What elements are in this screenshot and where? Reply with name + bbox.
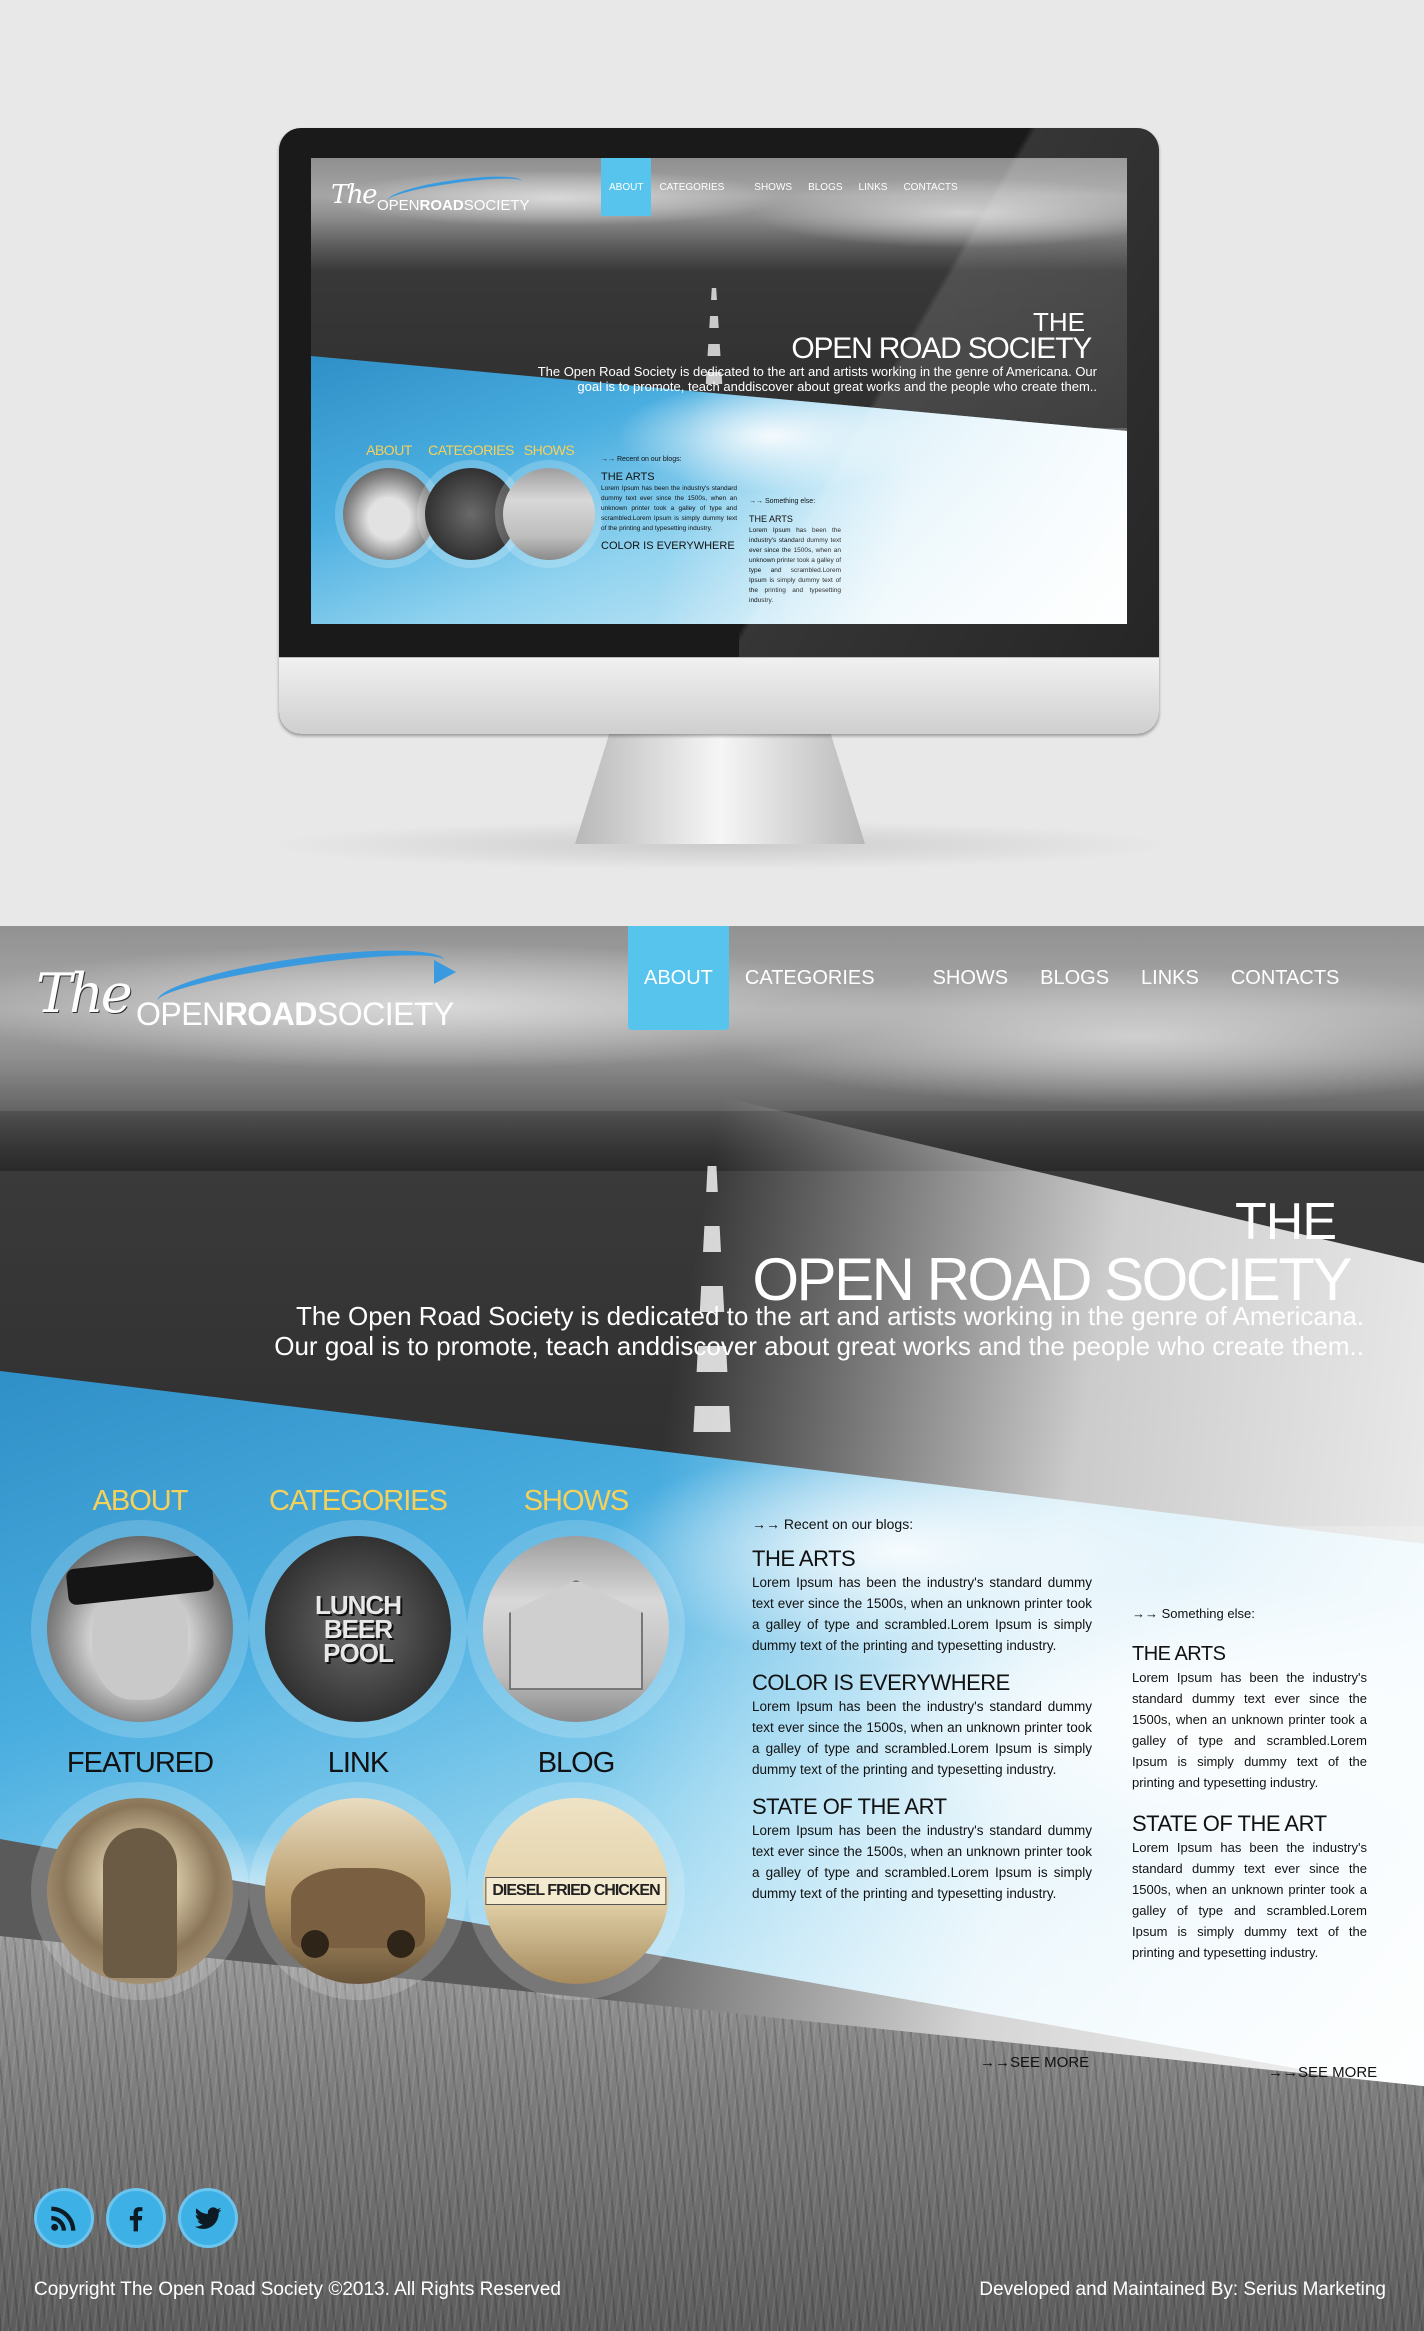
section-label-about: ABOUT [92, 1485, 189, 1517]
hero-title-the: THE [1235, 1193, 1337, 1251]
something-else-kicker: →→ Something else: [1132, 1606, 1255, 1621]
lunch-beer-pool-sign-photo: LUNCH BEER POOL [265, 1536, 451, 1722]
section-label-featured: FEATURED [66, 1747, 214, 1779]
mini-else-body: Lorem Ipsum has been the industry's stan… [749, 527, 841, 604]
mini-blog-title-2[interactable]: COLOR IS EVERYWHERE [601, 540, 737, 553]
monitor-chin [279, 657, 1159, 734]
blog-post-title[interactable]: THE ARTS [752, 1546, 1092, 1572]
section-link[interactable]: LINK [249, 1747, 467, 2000]
mini-label-shows: SHOWS [523, 442, 575, 458]
logo-text: OPENROADSOCIETY [136, 996, 454, 1032]
mini-site: The OPENROADSOCIETY ABOUT CATEGORIES SHO… [311, 158, 1127, 624]
mini-blog-title[interactable]: THE ARTS [601, 471, 737, 484]
else-post-title[interactable]: THE ARTS [1132, 1641, 1367, 1667]
mini-logo-the: The [331, 180, 377, 210]
mini-nav-contacts[interactable]: CONTACTS [895, 158, 965, 216]
vintage-car-photo [265, 1798, 451, 1984]
mini-hero-title: THE OPEN ROAD SOCIETY [791, 307, 1092, 365]
site-full: The OPENROADSOCIETY ABOUT CATEGORIES SHO… [0, 926, 1424, 2331]
section-about[interactable]: ABOUT [31, 1485, 249, 1738]
facebook-button[interactable] [106, 2188, 166, 2248]
else-post-title[interactable]: STATE OF THE ART [1132, 1811, 1367, 1837]
section-featured[interactable]: FEATURED [31, 1747, 249, 2000]
blog-post-title[interactable]: STATE OF THE ART [752, 1794, 1092, 1820]
something-else: →→ Something else: THE ARTS Lorem Ipsum … [1132, 1606, 1367, 1977]
section-categories[interactable]: CATEGORIES LUNCH BEER POOL [249, 1485, 467, 1738]
imac-monitor: The OPENROADSOCIETY ABOUT CATEGORIES SHO… [279, 128, 1159, 734]
mini-nav-categories[interactable]: CATEGORIES [651, 158, 732, 216]
bearded-man-photo [47, 1798, 233, 1984]
section-shows[interactable]: SHOWS [467, 1485, 685, 1738]
blog-post-title[interactable]: COLOR IS EVERYWHERE [752, 1670, 1092, 1696]
mini-section-shows[interactable]: SHOWS [495, 442, 603, 568]
section-label-categories: CATEGORIES [269, 1485, 448, 1517]
mini-nav-blogs[interactable]: BLOGS [800, 158, 850, 216]
blog-post-body: Lorem Ipsum has been the industry's stan… [752, 1823, 1092, 1901]
nav-links[interactable]: LINKS [1125, 926, 1215, 1030]
section-label-link: LINK [327, 1747, 389, 1779]
mini-nav-shows[interactable]: SHOWS [746, 158, 800, 216]
logo-arrowhead-icon [434, 960, 456, 984]
mini-else-kicker: →→ Something else: [749, 498, 816, 505]
mini-nav: ABOUT CATEGORIES SHOWS BLOGS LINKS CONTA… [601, 158, 966, 216]
mini-blogs-kicker: →→ Recent on our blogs: [601, 456, 682, 463]
blog-post-body: Lorem Ipsum has been the industry's stan… [752, 1575, 1092, 1653]
mini-title-the: THE [1033, 307, 1085, 337]
mini-title-main: OPEN ROAD SOCIETY [791, 332, 1092, 365]
else-see-more-link[interactable]: →→SEE MORE [1268, 2064, 1377, 2081]
mini-old-barn-photo [503, 468, 595, 560]
section-blog[interactable]: BLOG DIESEL FRIED CHICKEN [467, 1747, 685, 2000]
twitter-icon [194, 2207, 222, 2229]
mini-else-title[interactable]: THE ARTS [749, 513, 841, 526]
else-post-body: Lorem Ipsum has been the industry's stan… [1132, 1670, 1367, 1790]
footer-credit: Developed and Maintained By: Serius Mark… [979, 2279, 1386, 2300]
section-label-blog: BLOG [537, 1747, 616, 1779]
rss-button[interactable] [34, 2188, 94, 2248]
monitor-screen: The OPENROADSOCIETY ABOUT CATEGORIES SHO… [311, 158, 1127, 624]
footer-copyright: Copyright The Open Road Society ©2013. A… [34, 2279, 561, 2300]
mini-blogs-col: →→ Recent on our blogs: THE ARTS Lorem I… [601, 456, 737, 553]
mockup-area: The OPENROADSOCIETY ABOUT CATEGORIES SHO… [0, 0, 1424, 926]
diesel-fried-chicken-sign: DIESEL FRIED CHICKEN [485, 1877, 667, 1905]
recent-blogs-kicker: →→ Recent on our blogs: [752, 1516, 914, 1532]
mini-nav-links[interactable]: LINKS [851, 158, 896, 216]
recent-blogs: →→ Recent on our blogs: THE ARTS Lorem I… [752, 1516, 1092, 1918]
mini-logo[interactable]: The OPENROADSOCIETY [331, 170, 541, 216]
nav-shows[interactable]: SHOWS [917, 926, 1025, 1030]
blog-post-body: Lorem Ipsum has been the industry's stan… [752, 1699, 1092, 1777]
main-nav: ABOUT CATEGORIES SHOWS BLOGS LINKS CONTA… [628, 926, 1355, 1030]
old-barn-photo [483, 1536, 669, 1722]
twitter-button[interactable] [178, 2188, 238, 2248]
nav-blogs[interactable]: BLOGS [1024, 926, 1125, 1030]
hero-description: The Open Road Society is dedicated to th… [274, 1301, 1364, 1361]
section-label-shows: SHOWS [523, 1485, 630, 1517]
mini-else-col: →→ Something else: THE ARTS Lorem Ipsum … [749, 498, 841, 612]
facebook-icon [129, 2207, 143, 2232]
site-logo[interactable]: The OPENROADSOCIETY [36, 938, 486, 1032]
mini-blog-body: Lorem Ipsum has been the industry's stan… [601, 485, 737, 532]
nav-about[interactable]: ABOUT [628, 926, 729, 1030]
nav-categories[interactable]: CATEGORIES [729, 926, 891, 1030]
else-post-body: Lorem Ipsum has been the industry's stan… [1132, 1840, 1367, 1960]
man-bandana-photo [47, 1536, 233, 1722]
lunch-beer-pool-sign: LUNCH BEER POOL [315, 1590, 402, 1668]
diesel-fried-chicken-sign-photo: DIESEL FRIED CHICKEN [483, 1798, 669, 1984]
social-links [34, 2188, 238, 2248]
mini-hero-description: The Open Road Society is dedicated to th… [537, 364, 1097, 394]
nav-contacts[interactable]: CONTACTS [1215, 926, 1356, 1030]
mini-nav-about[interactable]: ABOUT [601, 158, 652, 216]
rss-icon [51, 2206, 76, 2231]
monitor-stand [575, 732, 865, 844]
blogs-see-more-link[interactable]: →→SEE MORE [980, 2054, 1089, 2071]
hero-title: THE OPEN ROAD SOCIETY [752, 1193, 1352, 1312]
mini-logo-text: OPENROADSOCIETY [377, 197, 530, 214]
logo-the: The [36, 962, 133, 1025]
